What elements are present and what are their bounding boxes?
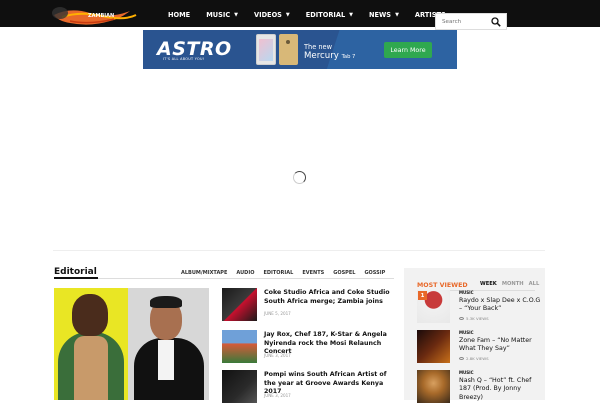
top-navigation-bar: ZAMBIAN HOME MUSIC ▼ VIDEOS ▼ EDITORIAL ▼ N… (0, 0, 600, 30)
list-item[interactable]: MUSIC Nash Q – “Hot” ft. Chef 187 (Prod.… (417, 370, 539, 404)
category-filters: ALBUM/MIXTAPE AUDIO EDITORIAL EVENTS GOS… (181, 270, 394, 276)
ad-brand-tagline: IT'S ALL ABOUT YOU! (163, 57, 205, 61)
item-title: Nash Q – “Hot” ft. Chef 187 (Prod. By Jo… (459, 377, 532, 401)
ad-product-suffix: Tab 7 (341, 54, 356, 60)
eye-icon (459, 317, 464, 320)
filter-audio[interactable]: AUDIO (236, 270, 254, 276)
tab-month[interactable]: MONTH (502, 281, 524, 287)
section-rule-accent (54, 277, 98, 279)
most-viewed-widget: MOST VIEWED WEEK MONTH ALL 1 MUSIC Raydo… (404, 268, 545, 403)
nav-label: VIDEOS (254, 11, 282, 19)
nav-item-news[interactable]: NEWS ▼ (369, 11, 399, 19)
search-icon[interactable] (491, 17, 501, 27)
tab-week[interactable]: WEEK (480, 281, 497, 287)
section-rule (54, 278, 394, 279)
item-views: 2.8K VIEWS (459, 356, 489, 361)
filter-events[interactable]: EVENTS (302, 270, 324, 276)
period-tabs: WEEK MONTH ALL (480, 281, 544, 287)
list-item[interactable]: 1 MUSIC Raydo x Slap Dee x C.O.G – “Your… (417, 290, 540, 324)
item-category: MUSIC (459, 290, 474, 295)
ad-product-name: Mercury (304, 51, 339, 61)
phone-image (256, 34, 276, 65)
ad-line1: The new (304, 43, 332, 51)
featured-image-left (54, 288, 128, 400)
rank-badge: 1 (418, 291, 427, 300)
nav-label: NEWS (369, 11, 392, 19)
item-title: Zone Fam – “No Matter What They Say” (459, 337, 532, 353)
filter-gospel[interactable]: GOSPEL (333, 270, 355, 276)
article-date: JUNE 5, 2017 (264, 311, 291, 316)
article-thumbnail (222, 330, 257, 363)
search-box (435, 13, 507, 30)
item-views: 5.3K VIEWS (459, 316, 489, 321)
filter-editorial[interactable]: EDITORIAL (263, 270, 293, 276)
nav-label: HOME (168, 11, 191, 19)
nav-item-music[interactable]: MUSIC ▼ (206, 11, 238, 19)
tab-all[interactable]: ALL (529, 281, 540, 287)
section-title: Editorial (54, 267, 97, 277)
track-thumbnail (417, 330, 450, 363)
loading-spinner-icon (293, 171, 306, 184)
learn-more-button[interactable]: Learn More (384, 42, 432, 58)
site-logo[interactable]: ZAMBIAN (50, 5, 145, 31)
views-count: 2.8K VIEWS (466, 356, 489, 361)
list-item[interactable]: MUSIC Zone Fam – “No Matter What They Sa… (417, 330, 539, 364)
nav-item-editorial[interactable]: EDITORIAL ▼ (306, 11, 353, 19)
list-item[interactable]: Jay Rox, Chef 187, K-Star & Angela Nyire… (222, 330, 392, 370)
filter-album-mixtape[interactable]: ALBUM/MIXTAPE (181, 270, 227, 276)
main-nav: HOME MUSIC ▼ VIDEOS ▼ EDITORIAL ▼ NEWS ▼ ART… (168, 9, 462, 21)
article-title: Coke Studio Africa and Coke Studio South… (264, 289, 390, 305)
list-item[interactable]: Coke Studio Africa and Coke Studio South… (222, 288, 392, 328)
chevron-down-icon: ▼ (234, 12, 239, 18)
item-title: Raydo x Slap Dee x C.O.G – “Your Back” (459, 297, 541, 313)
widget-title: MOST VIEWED (417, 282, 468, 289)
featured-image-right (128, 288, 209, 400)
article-date: JUNE 3, 2017 (264, 393, 291, 398)
article-thumbnail (222, 370, 257, 403)
item-category: MUSIC (459, 330, 474, 335)
section-divider (53, 250, 545, 251)
banner-ad[interactable]: ASTRO IT'S ALL ABOUT YOU! The new Mercur… (143, 30, 457, 69)
chevron-down-icon: ▼ (285, 12, 290, 18)
track-thumbnail (417, 370, 450, 403)
nav-item-videos[interactable]: VIDEOS ▼ (254, 11, 290, 19)
search-input[interactable] (442, 17, 488, 27)
item-category: MUSIC (459, 370, 474, 375)
featured-article-image[interactable] (54, 288, 209, 400)
chevron-down-icon: ▼ (395, 12, 399, 18)
chevron-down-icon: ▼ (349, 12, 354, 18)
phone-back-image (279, 34, 298, 65)
article-thumbnail (222, 288, 257, 321)
nav-label: MUSIC (206, 11, 231, 19)
ad-product: Mercury Tab 7 (304, 51, 355, 61)
article-date: JUNE 3, 2017 (264, 353, 291, 358)
svg-text:ZAMBIAN: ZAMBIAN (88, 13, 114, 19)
nav-label: EDITORIAL (305, 11, 346, 19)
nav-item-home[interactable]: HOME (168, 11, 190, 19)
filter-gossip[interactable]: GOSSIP (364, 270, 385, 276)
eye-icon (459, 357, 464, 360)
views-count: 5.3K VIEWS (466, 316, 489, 321)
list-item[interactable]: Pompi wins South African Artist of the y… (222, 370, 392, 410)
